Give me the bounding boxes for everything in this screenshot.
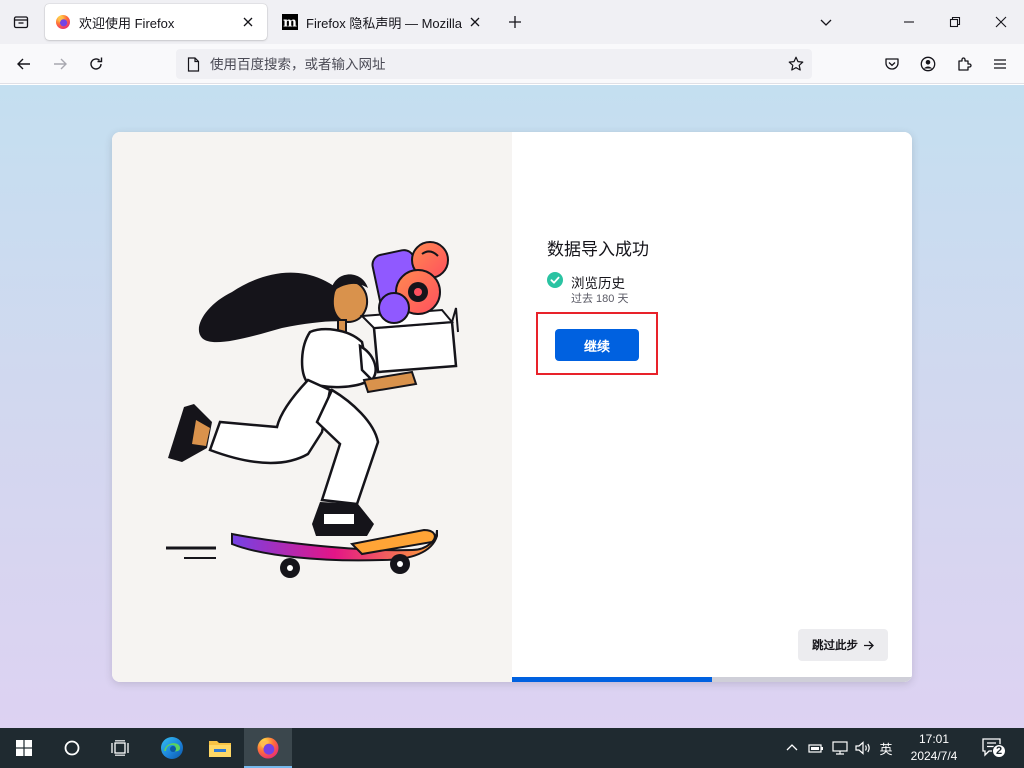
url-input[interactable] — [210, 56, 782, 72]
plus-icon — [509, 16, 521, 28]
check-circle-icon — [547, 272, 563, 288]
step-progress-fill — [512, 677, 712, 682]
arrow-right-icon — [863, 640, 874, 651]
imported-item-label: 浏览历史 — [571, 276, 625, 291]
step-progress-bar — [512, 677, 912, 682]
system-clock[interactable]: 17:01 2024/7/4 — [900, 731, 968, 765]
battery-tray-button[interactable] — [806, 738, 826, 758]
edge-icon — [161, 737, 183, 759]
page-content: 数据导入成功 浏览历史 过去 180 天 继续 跳过此步 — [0, 85, 1024, 728]
star-icon — [788, 56, 804, 71]
minimize-icon — [904, 21, 914, 23]
page-icon — [185, 56, 201, 72]
page-title: 数据导入成功 — [547, 240, 649, 259]
firefox-icon — [55, 14, 71, 30]
mozilla-m-icon: m — [282, 14, 298, 30]
hamburger-menu-icon — [994, 59, 1006, 69]
onboarding-card: 数据导入成功 浏览历史 过去 180 天 继续 跳过此步 — [112, 132, 912, 682]
restore-button[interactable] — [939, 6, 971, 38]
task-view-icon — [111, 740, 129, 756]
taskbar-app-file-explorer[interactable] — [196, 728, 244, 768]
firefox-icon — [257, 737, 279, 759]
reload-button[interactable] — [82, 50, 110, 78]
start-button[interactable] — [0, 728, 48, 768]
extensions-button[interactable] — [950, 50, 978, 78]
firefox-view-button[interactable] — [8, 9, 34, 35]
windows-taskbar: 英 17:01 2024/7/4 2 — [0, 728, 1024, 768]
imported-item-sublabel: 过去 180 天 — [571, 293, 629, 305]
chevron-up-icon — [786, 744, 798, 751]
cortana-circle-icon — [64, 740, 80, 756]
close-icon — [995, 16, 1007, 28]
illustration-panel — [112, 132, 512, 682]
app-menu-button[interactable] — [986, 50, 1014, 78]
close-tab-button[interactable] — [466, 13, 484, 31]
bookmark-star-button[interactable] — [782, 50, 810, 78]
skip-button[interactable]: 跳过此步 — [798, 629, 888, 661]
minimize-button[interactable] — [893, 6, 925, 38]
show-hidden-icons-button[interactable] — [782, 738, 802, 758]
notification-count: 2 — [995, 745, 1003, 757]
firefox-view-icon — [13, 16, 29, 29]
close-icon — [243, 17, 253, 27]
svg-text:m: m — [283, 16, 297, 31]
speaker-icon — [855, 741, 870, 755]
tab-title: 欢迎使用 Firefox — [79, 15, 175, 31]
forward-button[interactable] — [46, 50, 74, 78]
address-bar[interactable] — [176, 49, 812, 79]
restore-icon — [949, 16, 961, 28]
file-explorer-icon — [209, 741, 231, 757]
pocket-icon — [885, 58, 899, 70]
pocket-button[interactable] — [878, 50, 906, 78]
back-button[interactable] — [10, 50, 38, 78]
windows-logo-icon — [16, 740, 32, 756]
arrow-left-icon — [17, 58, 30, 70]
navigation-toolbar — [0, 44, 1024, 84]
new-tab-button[interactable] — [503, 10, 527, 34]
network-tray-button[interactable] — [830, 738, 850, 758]
clock-time: 17:01 — [918, 732, 950, 746]
skateboarder-illustration — [166, 241, 459, 578]
battery-plug-icon — [808, 744, 823, 753]
input-method-button[interactable]: 英 — [876, 738, 896, 758]
arrow-right-icon — [54, 58, 67, 70]
content-panel: 数据导入成功 浏览历史 过去 180 天 继续 跳过此步 — [512, 132, 912, 682]
network-monitor-icon — [832, 741, 848, 755]
puzzle-icon — [958, 57, 972, 71]
taskbar-app-edge[interactable] — [148, 728, 196, 768]
tab-welcome[interactable]: 欢迎使用 Firefox — [45, 4, 267, 40]
tab-privacy-notice[interactable]: m Firefox 隐私声明 — Mozilla — [272, 4, 494, 40]
volume-tray-button[interactable] — [854, 738, 874, 758]
reload-icon — [90, 57, 103, 70]
chevron-down-icon — [820, 19, 832, 26]
search-button[interactable] — [48, 728, 96, 768]
taskbar-app-firefox[interactable] — [244, 728, 292, 768]
close-icon — [470, 17, 480, 27]
account-icon — [920, 56, 936, 72]
continue-button[interactable]: 继续 — [555, 329, 639, 361]
task-view-button[interactable] — [96, 728, 144, 768]
tab-strip: 欢迎使用 Firefox m Firefox 隐私声明 — Mozilla — [0, 0, 1024, 44]
notification-center-button[interactable]: 2 — [980, 736, 1008, 760]
clock-date: 2024/7/4 — [910, 749, 958, 763]
close-tab-button[interactable] — [239, 13, 257, 31]
skip-button-label: 跳过此步 — [812, 640, 858, 652]
close-window-button[interactable] — [985, 6, 1017, 38]
tab-title: Firefox 隐私声明 — Mozilla — [306, 15, 463, 31]
account-button[interactable] — [914, 50, 942, 78]
list-all-tabs-button[interactable] — [810, 6, 842, 38]
